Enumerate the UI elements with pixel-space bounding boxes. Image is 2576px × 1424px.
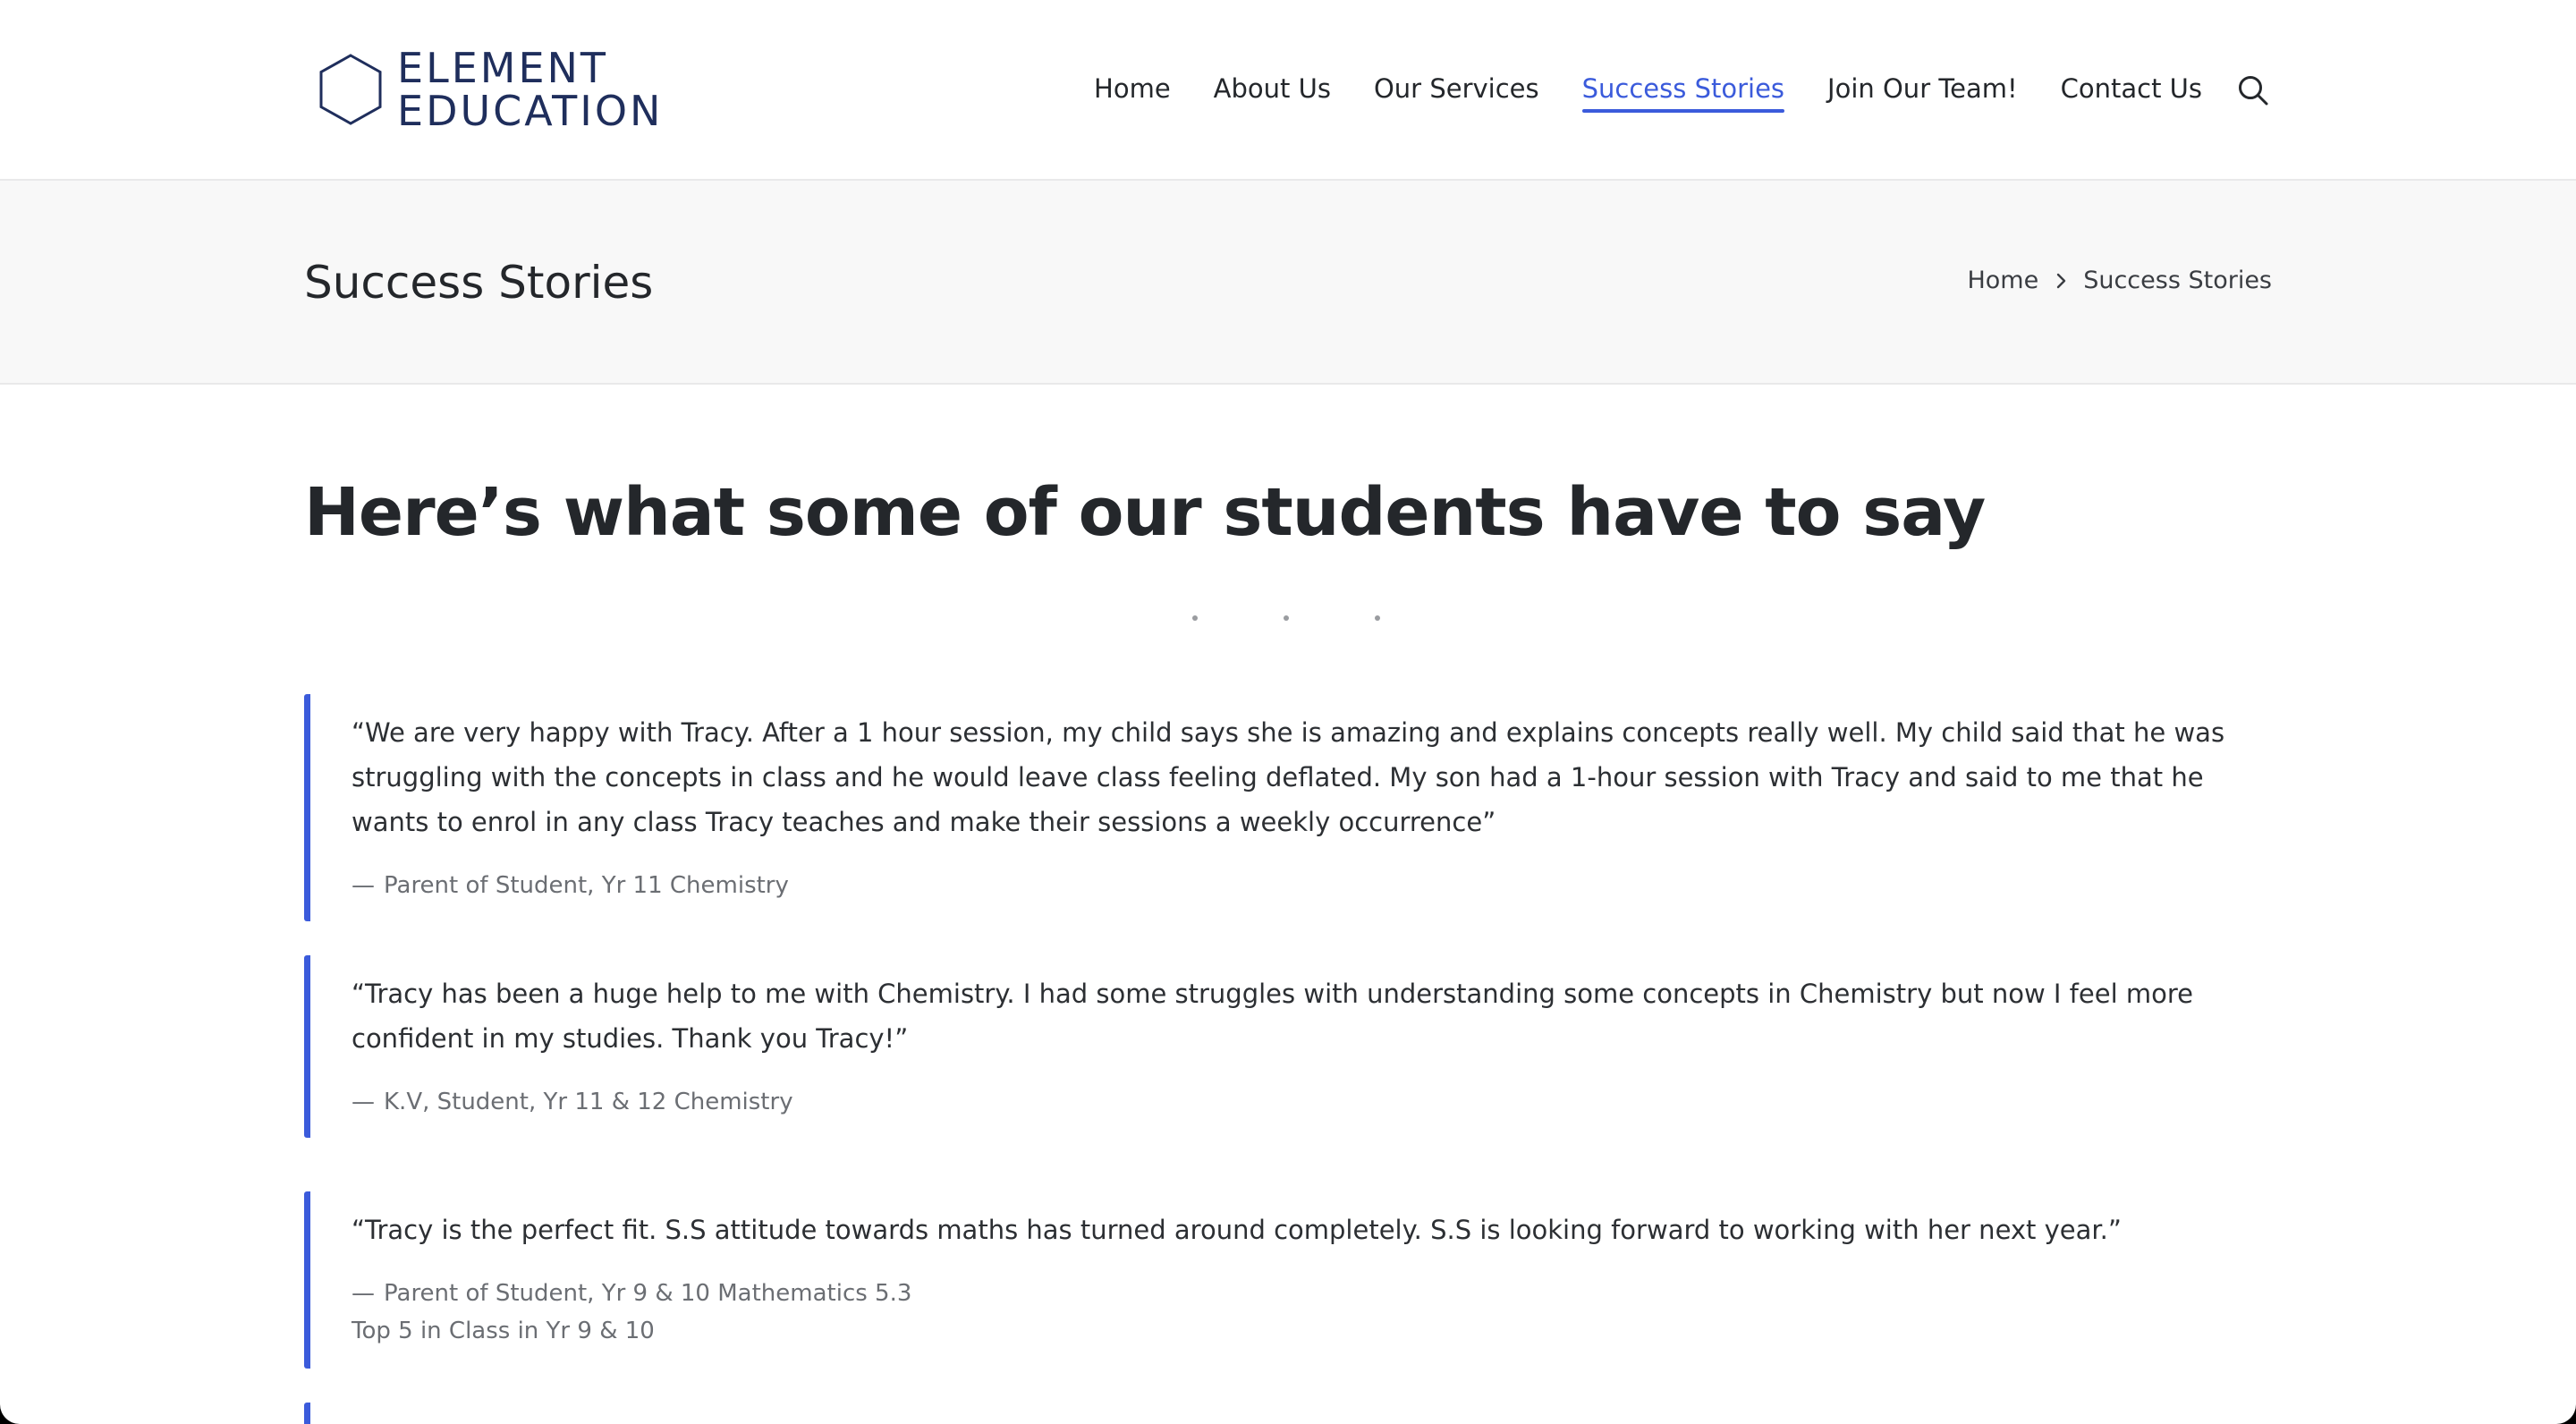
testimonials-heading: Here’s what some of our students have to… xyxy=(304,474,1986,551)
nav-item-contact-us[interactable]: Contact Us xyxy=(2061,73,2202,109)
nav-item-join-our-team[interactable]: Join Our Team! xyxy=(1827,73,2018,109)
testimonial-quote: “Tracy is the perfect fit. S.S attitude … xyxy=(304,1191,2272,1369)
page-title-bar: Success Stories Home Success Stories xyxy=(0,181,2576,385)
nav-item-success-stories[interactable]: Success Stories xyxy=(1581,73,1785,113)
quote-citation: — Parent of Student, Yr 11 Chemistry xyxy=(352,866,2272,905)
quote-text: “Tracy is the perfect fit. S.S attitude … xyxy=(352,1215,2122,1245)
separator-dots xyxy=(1192,615,1380,621)
search-button[interactable] xyxy=(2234,72,2272,109)
cite-dash: — xyxy=(352,1089,375,1115)
separator-dot xyxy=(1375,615,1380,621)
cite-author: Parent of Student, Yr 11 Chemistry xyxy=(384,872,789,899)
testimonial-quote: “We are very happy with Tracy. After a 1… xyxy=(304,694,2272,921)
quote-citation: — K.V, Student, Yr 11 & 12 Chemistry xyxy=(352,1082,2272,1122)
breadcrumb-current: Success Stories xyxy=(2083,267,2272,294)
main-nav: Home About Us Our Services Success Stori… xyxy=(1094,70,2202,113)
quote-text: “We are very happy with Tracy. After a 1… xyxy=(352,717,2225,837)
nav-item-about-us[interactable]: About Us xyxy=(1214,73,1331,109)
nav-item-home[interactable]: Home xyxy=(1094,73,1171,109)
logo-line-2: EDUCATION xyxy=(397,87,664,135)
breadcrumb-home-link[interactable]: Home xyxy=(1967,267,2038,294)
page-title: Success Stories xyxy=(304,257,654,309)
quote-achievement: Top 5 in Class in Yr 9 & 10 xyxy=(352,1318,655,1344)
site-header: ELEMENT EDUCATION Home About Us Our Serv… xyxy=(0,0,2576,181)
cite-author: Parent of Student, Yr 9 & 10 Mathematics… xyxy=(384,1280,912,1307)
nav-item-our-services[interactable]: Our Services xyxy=(1374,73,1539,109)
quote-citation: — Parent of Student, Yr 9 & 10 Mathematic… xyxy=(352,1274,2272,1313)
testimonial-quote-partial xyxy=(304,1403,2272,1424)
cite-dash: — xyxy=(352,1280,375,1307)
logo-line-1: ELEMENT xyxy=(397,44,609,92)
breadcrumb: Home Success Stories xyxy=(1967,267,2272,294)
logo-wordmark: ELEMENT EDUCATION xyxy=(397,47,663,132)
cite-author: K.V, Student, Yr 11 & 12 Chemistry xyxy=(384,1089,793,1115)
separator-dot xyxy=(1284,615,1289,621)
site-logo[interactable]: ELEMENT EDUCATION xyxy=(318,47,663,132)
page: ELEMENT EDUCATION Home About Us Our Serv… xyxy=(0,0,2576,1424)
quote-text: “Tracy has been a huge help to me with C… xyxy=(352,979,2193,1054)
cite-dash: — xyxy=(352,872,375,899)
testimonial-quote: “Tracy has been a huge help to me with C… xyxy=(304,955,2272,1138)
chevron-right-icon xyxy=(2057,273,2066,288)
search-icon xyxy=(2239,76,2268,106)
separator-dot xyxy=(1192,615,1198,621)
hexagon-logo-icon xyxy=(319,54,382,125)
